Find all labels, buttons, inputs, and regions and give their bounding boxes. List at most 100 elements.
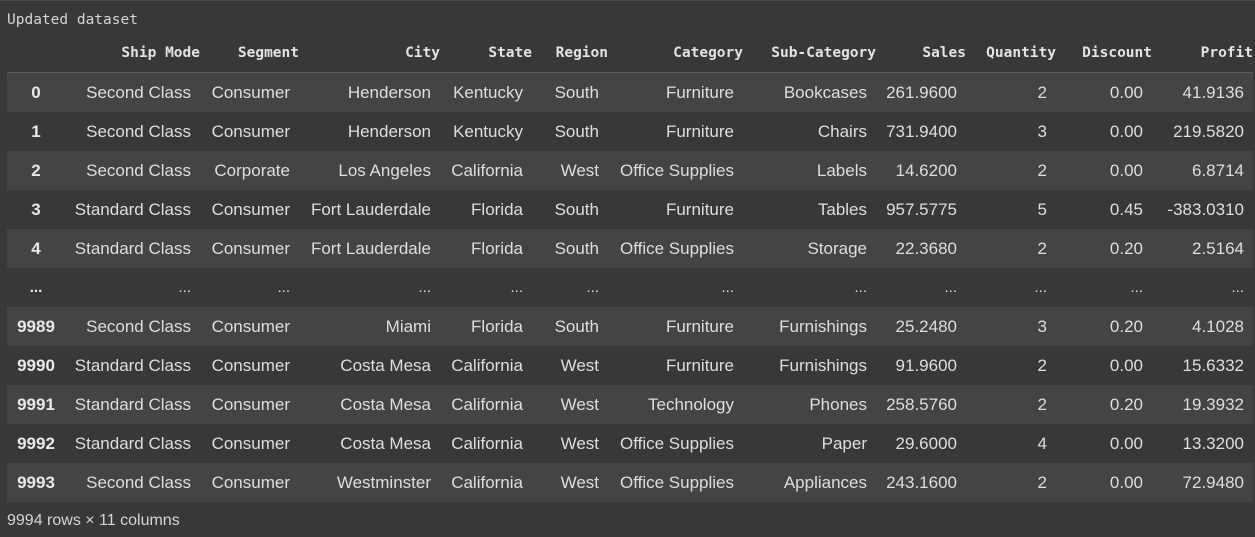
cell-sales: 243.1600	[886, 472, 957, 492]
cell-sub-category: Tables	[817, 199, 867, 219]
cell-quantity: ...	[1034, 279, 1047, 296]
cell-quantity: 2	[1037, 394, 1047, 414]
header-row: Ship Mode Segment City State Region Cate…	[7, 34, 1253, 73]
output-title: Updated dataset	[7, 12, 138, 28]
column-header-sub-category: Sub-Category	[743, 34, 876, 73]
column-header-region: Region	[532, 34, 608, 73]
cell-profit: 2.5164	[1192, 238, 1244, 258]
cell-quantity: 5	[1037, 199, 1047, 219]
cell-sales: 25.2480	[895, 316, 957, 336]
cell-sales: 957.5775	[886, 199, 957, 219]
cell-region: ...	[586, 279, 599, 296]
cell-discount: 0.00	[1109, 433, 1143, 453]
row-index-cell: 9989	[17, 316, 55, 336]
cell-category: Furniture	[665, 82, 734, 102]
cell-city: Fort Lauderdale	[310, 199, 431, 219]
cell-segment: Corporate	[214, 160, 290, 180]
cell-region: West	[560, 472, 599, 492]
cell-segment: Consumer	[211, 82, 290, 102]
cell-profit: ...	[1231, 279, 1244, 296]
row-index-cell: 9991	[17, 394, 55, 414]
row-index-cell: 4	[31, 238, 41, 258]
cell-profit: 41.9136	[1182, 82, 1244, 102]
column-header-profit: Profit	[1152, 34, 1253, 73]
cell-city: Los Angeles	[338, 160, 431, 180]
cell-segment: Consumer	[211, 355, 290, 375]
table-row: 2 Second Class Corporate Los Angeles Califor…	[7, 151, 1253, 190]
row-index-cell: 9993	[17, 472, 55, 492]
cell-sales: 91.9600	[895, 355, 957, 375]
cell-ship-mode: Standard Class	[74, 199, 191, 219]
column-header-category: Category	[608, 34, 743, 73]
cell-quantity: 2	[1037, 472, 1047, 492]
row-index-cell: 9990	[17, 355, 55, 375]
cell-ship-mode: Standard Class	[74, 394, 191, 414]
cell-region: West	[560, 160, 599, 180]
cell-region: South	[554, 121, 599, 141]
cell-ship-mode: Standard Class	[74, 355, 191, 375]
cell-state: California	[451, 472, 523, 492]
cell-sub-category: Furnishings	[779, 355, 867, 375]
cell-category: Technology	[647, 394, 734, 414]
row-index-cell: 1	[31, 121, 41, 141]
table-row: 9991 Standard Class Consumer Costa Mesa Cali…	[7, 385, 1253, 424]
cell-discount: ...	[1130, 279, 1143, 296]
cell-ship-mode: Second Class	[86, 160, 191, 180]
cell-sub-category: Labels	[816, 160, 867, 180]
cell-state: California	[451, 160, 523, 180]
cell-sub-category: Appliances	[783, 472, 867, 492]
cell-profit: 15.6332	[1182, 355, 1244, 375]
cell-sales: 261.9600	[886, 82, 957, 102]
column-header-quantity: Quantity	[966, 34, 1056, 73]
shape-summary: 9994 rows × 11 columns	[7, 512, 180, 529]
cell-sales: 731.9400	[886, 121, 957, 141]
row-index-cell: 0	[31, 82, 41, 102]
row-index-cell: 2	[31, 160, 41, 180]
row-index-cell: 3	[31, 199, 41, 219]
cell-quantity: 2	[1037, 82, 1047, 102]
cell-segment: Consumer	[211, 238, 290, 258]
cell-state: California	[451, 394, 523, 414]
cell-discount: 0.00	[1109, 472, 1143, 492]
cell-profit: 19.3932	[1182, 394, 1244, 414]
cell-category: Furniture	[665, 121, 734, 141]
cell-sales: 29.6000	[895, 433, 957, 453]
cell-ship-mode: Second Class	[86, 472, 191, 492]
cell-sales: ...	[944, 279, 957, 296]
cell-sub-category: ...	[854, 279, 867, 296]
cell-state: California	[451, 355, 523, 375]
cell-category: Furniture	[665, 316, 734, 336]
cell-city: Costa Mesa	[340, 394, 431, 414]
cell-discount: 0.00	[1109, 82, 1143, 102]
cell-profit: 4.1028	[1192, 316, 1244, 336]
cell-region: South	[554, 238, 599, 258]
cell-city: Costa Mesa	[340, 433, 431, 453]
cell-state: Florida	[471, 199, 523, 219]
cell-segment: Consumer	[211, 472, 290, 492]
column-header-segment: Segment	[200, 34, 299, 73]
cell-sales: 258.5760	[886, 394, 957, 414]
column-header-ship-mode: Ship Mode	[65, 34, 200, 73]
cell-quantity: 3	[1037, 316, 1047, 336]
cell-quantity: 3	[1037, 121, 1047, 141]
cell-sub-category: Chairs	[817, 121, 867, 141]
table-body: 0 Second Class Consumer Henderson Kentucky So…	[7, 72, 1253, 502]
cell-state: Kentucky	[453, 121, 523, 141]
cell-quantity: 2	[1037, 238, 1047, 258]
cell-region: South	[554, 199, 599, 219]
cell-city: Henderson	[347, 121, 431, 141]
cell-ship-mode: Standard Class	[74, 433, 191, 453]
cell-discount: 0.00	[1109, 355, 1143, 375]
cell-segment: Consumer	[211, 394, 290, 414]
cell-region: South	[554, 316, 599, 336]
cell-discount: 0.00	[1109, 160, 1143, 180]
cell-sub-category: Storage	[807, 238, 867, 258]
table-row: 1 Second Class Consumer Henderson Kentucky So…	[7, 112, 1253, 151]
table-row: 9989 Second Class Consumer Miami Florida Sout…	[7, 307, 1253, 346]
cell-region: South	[554, 82, 599, 102]
cell-state: ...	[510, 279, 523, 296]
cell-state: Kentucky	[453, 82, 523, 102]
cell-category: Furniture	[665, 355, 734, 375]
cell-sub-category: Phones	[809, 394, 867, 414]
cell-sales: 22.3680	[895, 238, 957, 258]
